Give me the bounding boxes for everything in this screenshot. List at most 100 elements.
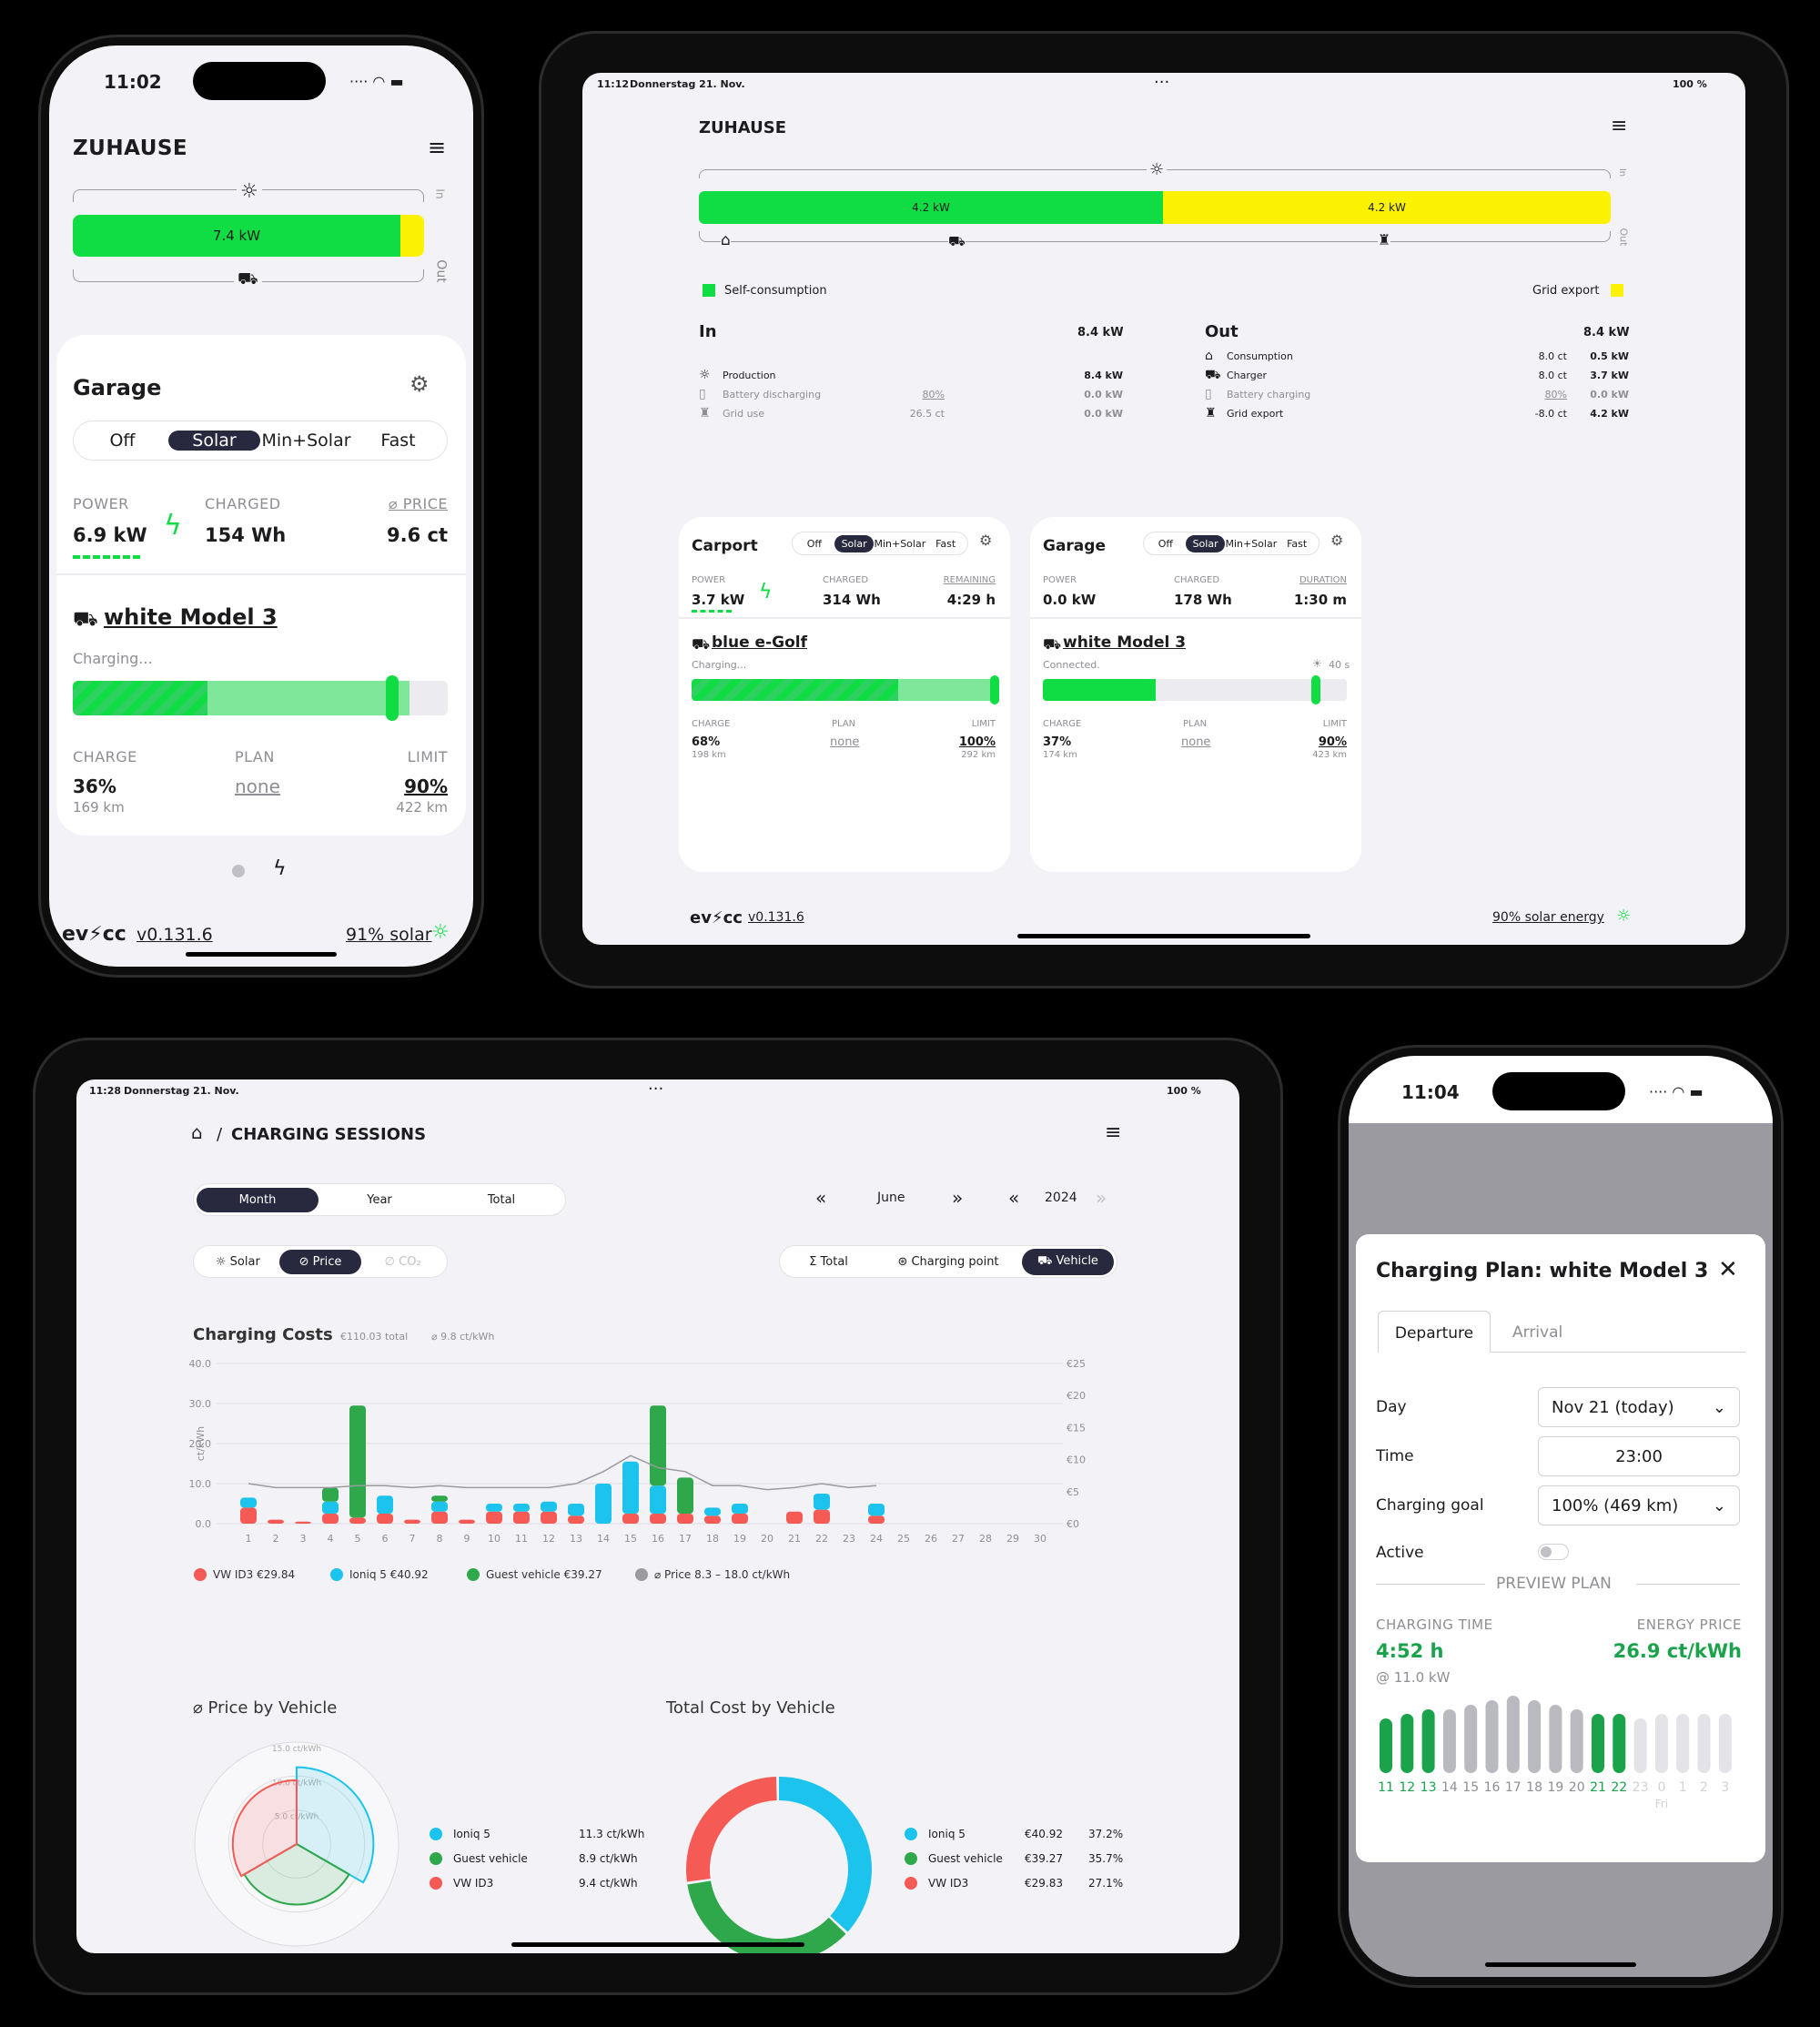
car-icon: ⛟ [73, 608, 98, 631]
menu-icon[interactable]: ≡ [428, 135, 446, 160]
page-bolt-icon[interactable]: ϟ [273, 857, 287, 880]
limit-range: 423 km [1312, 750, 1347, 760]
limit-value[interactable]: 90% [1319, 735, 1347, 749]
out-row-extra[interactable]: 80% [1545, 389, 1567, 400]
settings-sliders-icon[interactable]: ⚙ [410, 371, 430, 397]
sun-icon: ☼ [699, 368, 711, 382]
plan-bar[interactable] [1464, 1705, 1478, 1773]
loadpoint-card: Garage ⚙ Off Solar Min+Solar Fast POWER … [56, 335, 466, 836]
plan-bar[interactable] [1592, 1714, 1604, 1773]
plan-bar[interactable] [1549, 1705, 1562, 1773]
plan-bar[interactable] [1718, 1714, 1732, 1773]
legend-value: €29.83 [1025, 1877, 1063, 1890]
out-total: 8.4 kW [1583, 326, 1630, 340]
donut-slice-vw-id3[interactable] [686, 1777, 777, 1882]
charged-value: 178 Wh [1174, 592, 1232, 608]
plan-bar[interactable] [1442, 1709, 1456, 1773]
third-label[interactable]: DURATION [1299, 575, 1347, 585]
plan-hour-label: 17 [1505, 1780, 1522, 1795]
page-dot[interactable] [232, 865, 245, 877]
home-icon: ⌂ [721, 231, 731, 249]
plan-hour-label: 1 [1679, 1780, 1687, 1795]
plan-bar[interactable] [1613, 1714, 1626, 1773]
power-dashes [73, 555, 140, 559]
mode-selector[interactable]: Off Solar Min+Solar Fast [1143, 532, 1320, 555]
mode-solar[interactable]: Solar [834, 534, 875, 552]
third-label[interactable]: REMAINING [944, 575, 996, 585]
mode-min-solar[interactable]: Min+Solar [260, 431, 352, 451]
plan-bar[interactable] [1697, 1714, 1711, 1773]
mode-min-solar[interactable]: Min+Solar [1225, 535, 1277, 552]
mode-off[interactable]: Off [76, 431, 168, 451]
plan-bar[interactable] [1400, 1714, 1414, 1773]
in-row-label: Battery discharging [723, 389, 822, 400]
plan-bar[interactable] [1485, 1700, 1499, 1773]
limit-label: LIMIT [971, 719, 996, 729]
out-row-value: 0.5 kW [1590, 350, 1629, 362]
footer-version[interactable]: v0.131.6 [136, 925, 213, 945]
in-row-extra[interactable]: 80% [923, 389, 945, 400]
tablet-top-right-screen: 11:12 Donnerstag 21. Nov. ··· 100 % ZUHA… [582, 73, 1745, 945]
footer-version[interactable]: v0.131.6 [748, 910, 804, 925]
limit-handle[interactable] [990, 675, 999, 704]
mode-solar[interactable]: Solar [1185, 534, 1226, 552]
mode-off[interactable]: Off [794, 535, 834, 552]
vehicle-name[interactable]: white Model 3 [1063, 633, 1186, 652]
out-row-extra: 8.0 ct [1538, 370, 1567, 381]
mode-fast[interactable]: Fast [1277, 535, 1317, 552]
donut-slice-ioniq-5[interactable] [779, 1777, 873, 1932]
plan-hour-label: 2 [1700, 1780, 1708, 1795]
plan-bar[interactable] [1676, 1714, 1690, 1773]
mode-fast[interactable]: Fast [925, 535, 966, 552]
timer-value: 40 s [1329, 659, 1350, 671]
vehicle-name[interactable]: blue e-Golf [712, 633, 807, 652]
limit-handle[interactable] [386, 675, 399, 721]
flow-bar-export [400, 215, 424, 257]
vehicle-status: Charging... [73, 650, 153, 667]
limit-handle[interactable] [1311, 675, 1320, 704]
status-time: 11:12 [597, 78, 630, 90]
soc-bar[interactable] [1043, 679, 1347, 701]
mode-fast[interactable]: Fast [352, 431, 444, 451]
limit-value[interactable]: 90% [404, 775, 448, 797]
plan-value[interactable]: none [1181, 735, 1210, 749]
limit-value[interactable]: 100% [959, 735, 996, 749]
menu-icon[interactable]: ≡ [1611, 115, 1627, 137]
limit-range: 292 km [961, 750, 996, 760]
mode-selector[interactable]: Off Solar Min+Solar Fast [792, 532, 968, 555]
mode-solar[interactable]: Solar [168, 431, 260, 451]
flow-self: 4.2 kW [699, 191, 1163, 224]
price-label[interactable]: ⌀ PRICE [389, 495, 448, 512]
plan-value[interactable]: none [830, 735, 859, 749]
plan-bar[interactable] [1380, 1718, 1392, 1773]
vehicle-name[interactable]: white Model 3 [104, 604, 278, 630]
soc-bar[interactable] [692, 679, 996, 701]
status-date: Donnerstag 21. Nov. [630, 78, 745, 90]
plan-bar[interactable] [1421, 1709, 1435, 1773]
plan-bar[interactable] [1633, 1718, 1647, 1773]
flow-bar: 7.4 kW [73, 215, 424, 257]
plan-bar[interactable] [1528, 1700, 1542, 1773]
plan-bar[interactable] [1654, 1714, 1668, 1773]
charged-label: CHARGED [205, 495, 281, 512]
plan-bar[interactable] [1570, 1709, 1583, 1773]
mode-off[interactable]: Off [1146, 535, 1186, 552]
plan-bar[interactable] [1506, 1696, 1520, 1773]
in-row-extra: 26.5 ct [909, 408, 945, 420]
charge-label: CHARGE [692, 719, 731, 729]
grid-tower-icon: ♜ [1378, 231, 1391, 248]
out-label: Out [433, 259, 449, 283]
settings-sliders-icon[interactable]: ⚙ [979, 532, 992, 549]
mode-selector[interactable]: Off Solar Min+Solar Fast [73, 421, 448, 461]
home-indicator [511, 1942, 804, 1947]
legend-swatch [905, 1877, 917, 1890]
plan-value[interactable]: none [235, 775, 280, 797]
charged-value: 314 Wh [823, 592, 881, 608]
car-icon: ⛟ [1043, 635, 1062, 653]
footer-solar[interactable]: 90% solar energy [1492, 910, 1604, 925]
settings-sliders-icon[interactable]: ⚙ [1330, 532, 1343, 549]
legend-name: VW ID3 [453, 1877, 494, 1890]
mode-min-solar[interactable]: Min+Solar [874, 535, 925, 552]
footer-solar[interactable]: 91% solar [346, 925, 432, 945]
home-indicator [186, 952, 337, 957]
